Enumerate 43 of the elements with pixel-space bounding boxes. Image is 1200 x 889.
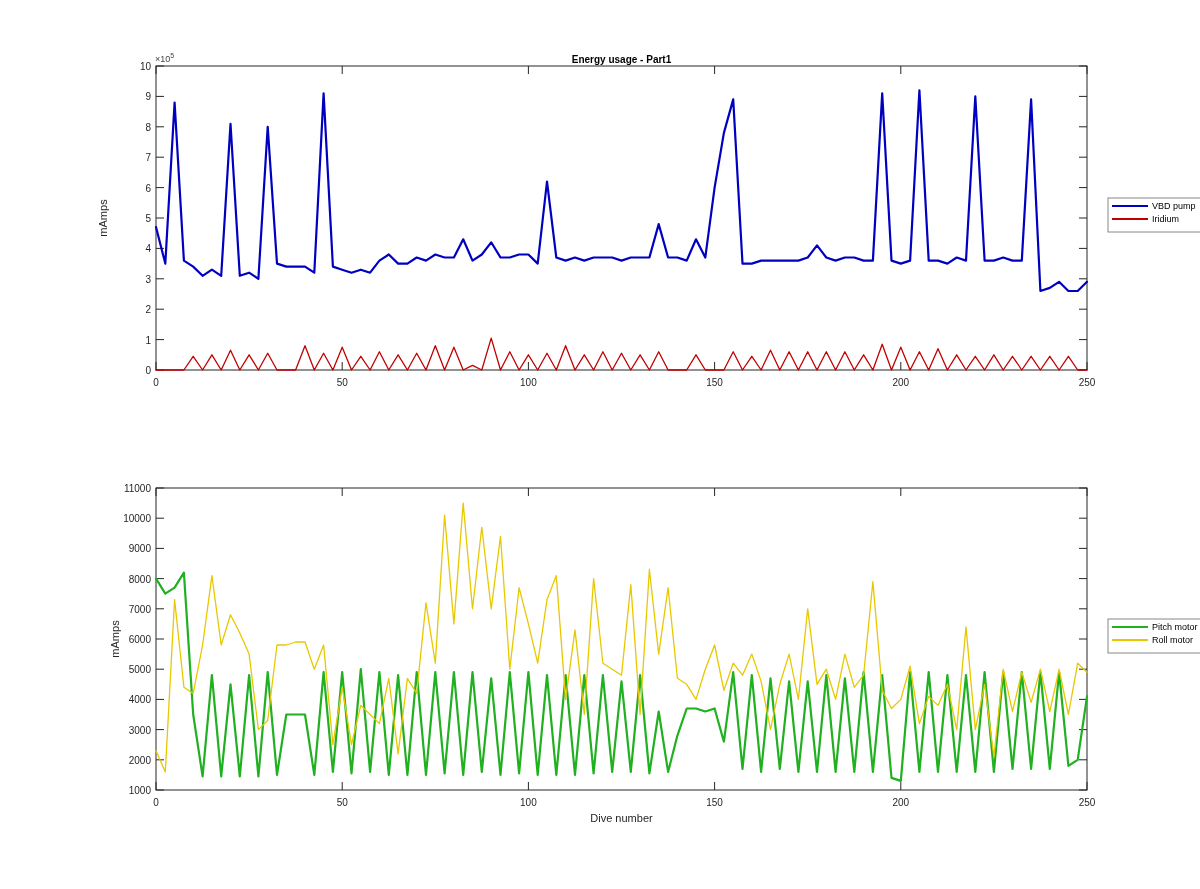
tick-label: 0 bbox=[153, 797, 159, 808]
tick-label: 2000 bbox=[128, 754, 151, 766]
tick-label: 0 bbox=[145, 365, 151, 376]
tick-label: 7 bbox=[145, 152, 151, 164]
tick-label: 9 bbox=[145, 91, 151, 103]
tick-label: 8000 bbox=[128, 573, 151, 585]
tick-label: 100 bbox=[520, 797, 537, 808]
tick-label: 100 bbox=[520, 377, 537, 388]
legend-label: Iridium bbox=[1152, 214, 1179, 224]
tick-label: 11000 bbox=[123, 483, 151, 494]
tick-label: 2 bbox=[145, 304, 151, 316]
tick-label: 1 bbox=[145, 334, 151, 346]
tick-label: 250 bbox=[1078, 377, 1096, 388]
tick-label: 150 bbox=[706, 797, 723, 808]
axis-label: mAmps bbox=[109, 620, 121, 658]
tick-label: 6 bbox=[145, 182, 151, 194]
tick-label: 200 bbox=[892, 797, 910, 808]
tick-label: 6000 bbox=[128, 634, 151, 645]
tick-label: 4000 bbox=[128, 694, 151, 706]
axis-label: Dive number bbox=[590, 812, 653, 824]
legend-label: Roll motor bbox=[1152, 635, 1193, 645]
chart-title: Energy usage - Part1 bbox=[571, 54, 672, 65]
tick-label: 50 bbox=[336, 377, 348, 388]
axis-label: mAmps bbox=[97, 199, 109, 237]
tick-label: 3000 bbox=[128, 724, 151, 736]
tick-label: 5000 bbox=[128, 664, 151, 676]
tick-label: 4 bbox=[145, 243, 151, 255]
axis-exponent: ×10$^{5}$ bbox=[155, 52, 175, 64]
legend-label: VBD pump bbox=[1152, 201, 1196, 211]
tick-label: 250 bbox=[1078, 797, 1096, 808]
tick-label: 5 bbox=[145, 213, 151, 224]
tick-label: 150 bbox=[706, 377, 723, 388]
legend-label: Pitch motor bbox=[1152, 622, 1198, 632]
tick-label: 9000 bbox=[128, 543, 151, 555]
tick-label: 200 bbox=[892, 377, 910, 388]
tick-label: 7000 bbox=[128, 603, 151, 615]
tick-label: 10 bbox=[139, 61, 151, 72]
tick-label: 0 bbox=[153, 377, 159, 388]
tick-label: 8 bbox=[145, 121, 151, 133]
tick-label: 10000 bbox=[123, 513, 151, 525]
tick-label: 3 bbox=[145, 273, 151, 285]
tick-label: 1000 bbox=[128, 785, 151, 796]
tick-label: 50 bbox=[336, 797, 348, 808]
